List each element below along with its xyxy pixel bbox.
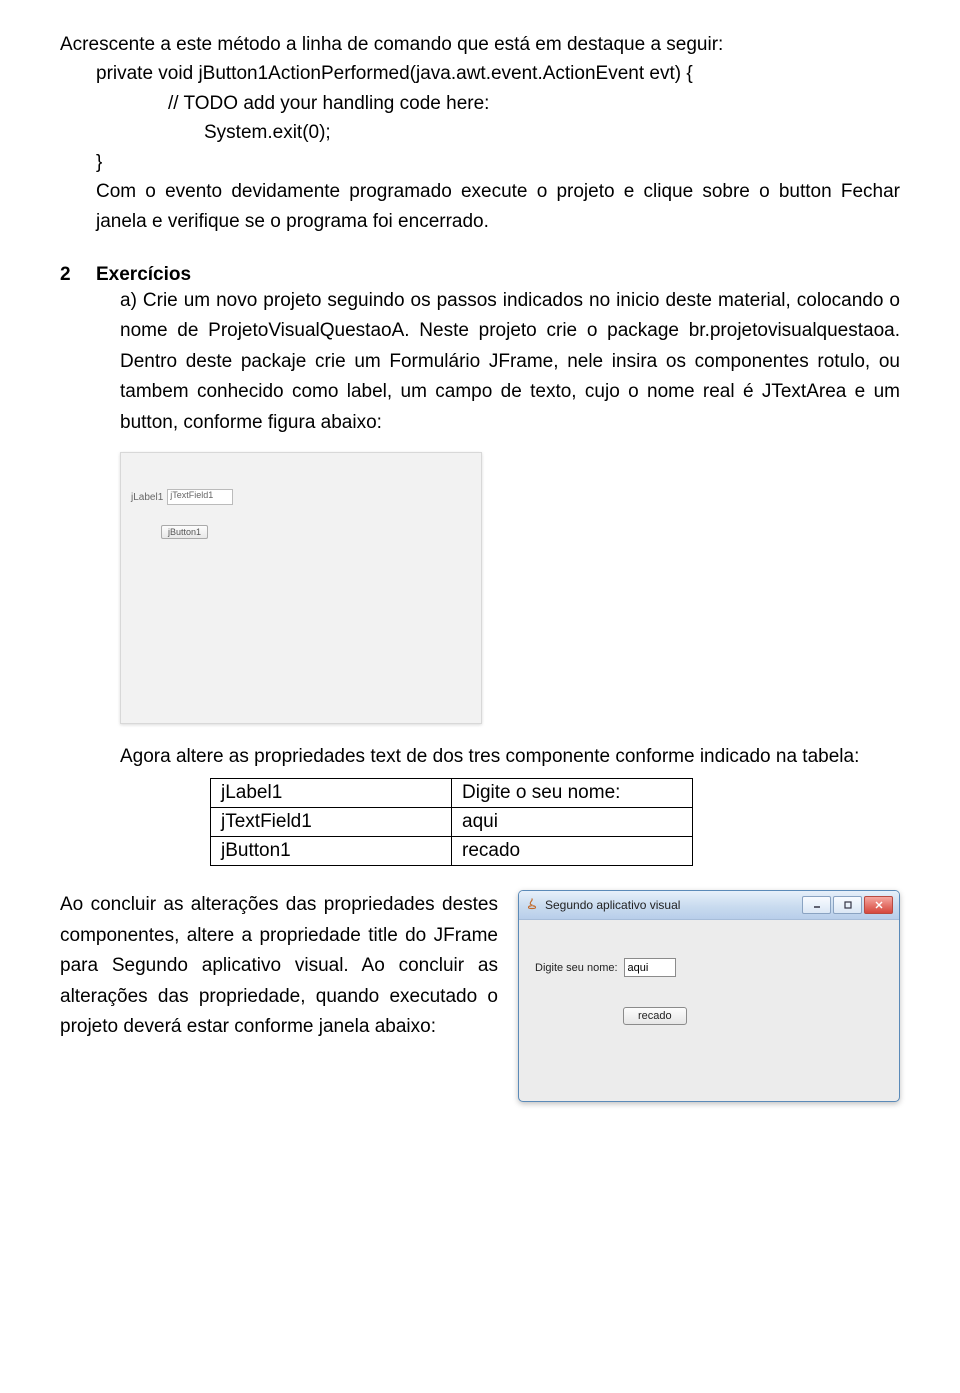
window-title: Segundo aplicativo visual: [545, 898, 802, 912]
minimize-button[interactable]: [802, 896, 831, 914]
code-line-4: }: [96, 148, 900, 177]
code-after-paragraph: Com o evento devidamente programado exec…: [96, 177, 900, 236]
table-cell: jTextField1: [211, 808, 452, 837]
table-row: jTextField1 aqui: [211, 808, 693, 837]
close-button[interactable]: [864, 896, 893, 914]
code-line-1: private void jButton1ActionPerformed(jav…: [96, 59, 900, 88]
page: Acrescente a este método a linha de coma…: [0, 0, 960, 1152]
designer-row: jLabel1 jTextField1: [131, 489, 233, 505]
table-cell: Digite o seu nome:: [452, 779, 693, 808]
exercise-a-text: a) Crie um novo projeto seguindo os pass…: [120, 286, 900, 438]
name-label: Digite seu nome:: [535, 962, 618, 974]
runtime-window-screenshot: Segundo aplicativo visual Digite seu nom…: [518, 890, 900, 1102]
maximize-button[interactable]: [833, 896, 862, 914]
designer-jtextfield1: jTextField1: [167, 489, 233, 505]
table-cell: jButton1: [211, 837, 452, 866]
table-cell: recado: [452, 837, 693, 866]
code-line-2: // TODO add your handling code here:: [168, 89, 900, 118]
window-buttons: [802, 896, 893, 914]
section-number: 2: [60, 264, 96, 286]
bottom-row: Ao concluir as alterações das propriedad…: [60, 890, 900, 1102]
window-titlebar: Segundo aplicativo visual: [519, 891, 899, 920]
table-cell: aqui: [452, 808, 693, 837]
java-icon: [525, 898, 539, 912]
properties-table: jLabel1 Digite o seu nome: jTextField1 a…: [210, 778, 693, 866]
recado-button[interactable]: recado: [623, 1007, 687, 1025]
jframe-designer-screenshot: jLabel1 jTextField1 jButton1: [120, 452, 482, 724]
window-client-area: Digite seu nome: recado: [519, 920, 899, 1041]
section-title: Exercícios: [96, 264, 191, 286]
table-row: jLabel1 Digite o seu nome:: [211, 779, 693, 808]
section-heading: 2 Exercícios: [60, 264, 900, 286]
table-row: jButton1 recado: [211, 837, 693, 866]
code-line-3: System.exit(0);: [204, 118, 900, 147]
final-paragraph: Ao concluir as alterações das propriedad…: [60, 890, 498, 1102]
intro-line: Acrescente a este método a linha de coma…: [60, 30, 900, 59]
code-block: private void jButton1ActionPerformed(jav…: [96, 59, 900, 177]
between-paragraph: Agora altere as propriedades text de dos…: [120, 742, 900, 772]
designer-jbutton1: jButton1: [161, 525, 208, 539]
table-cell: jLabel1: [211, 779, 452, 808]
designer-jlabel1: jLabel1: [131, 492, 163, 503]
name-input[interactable]: [624, 958, 676, 977]
